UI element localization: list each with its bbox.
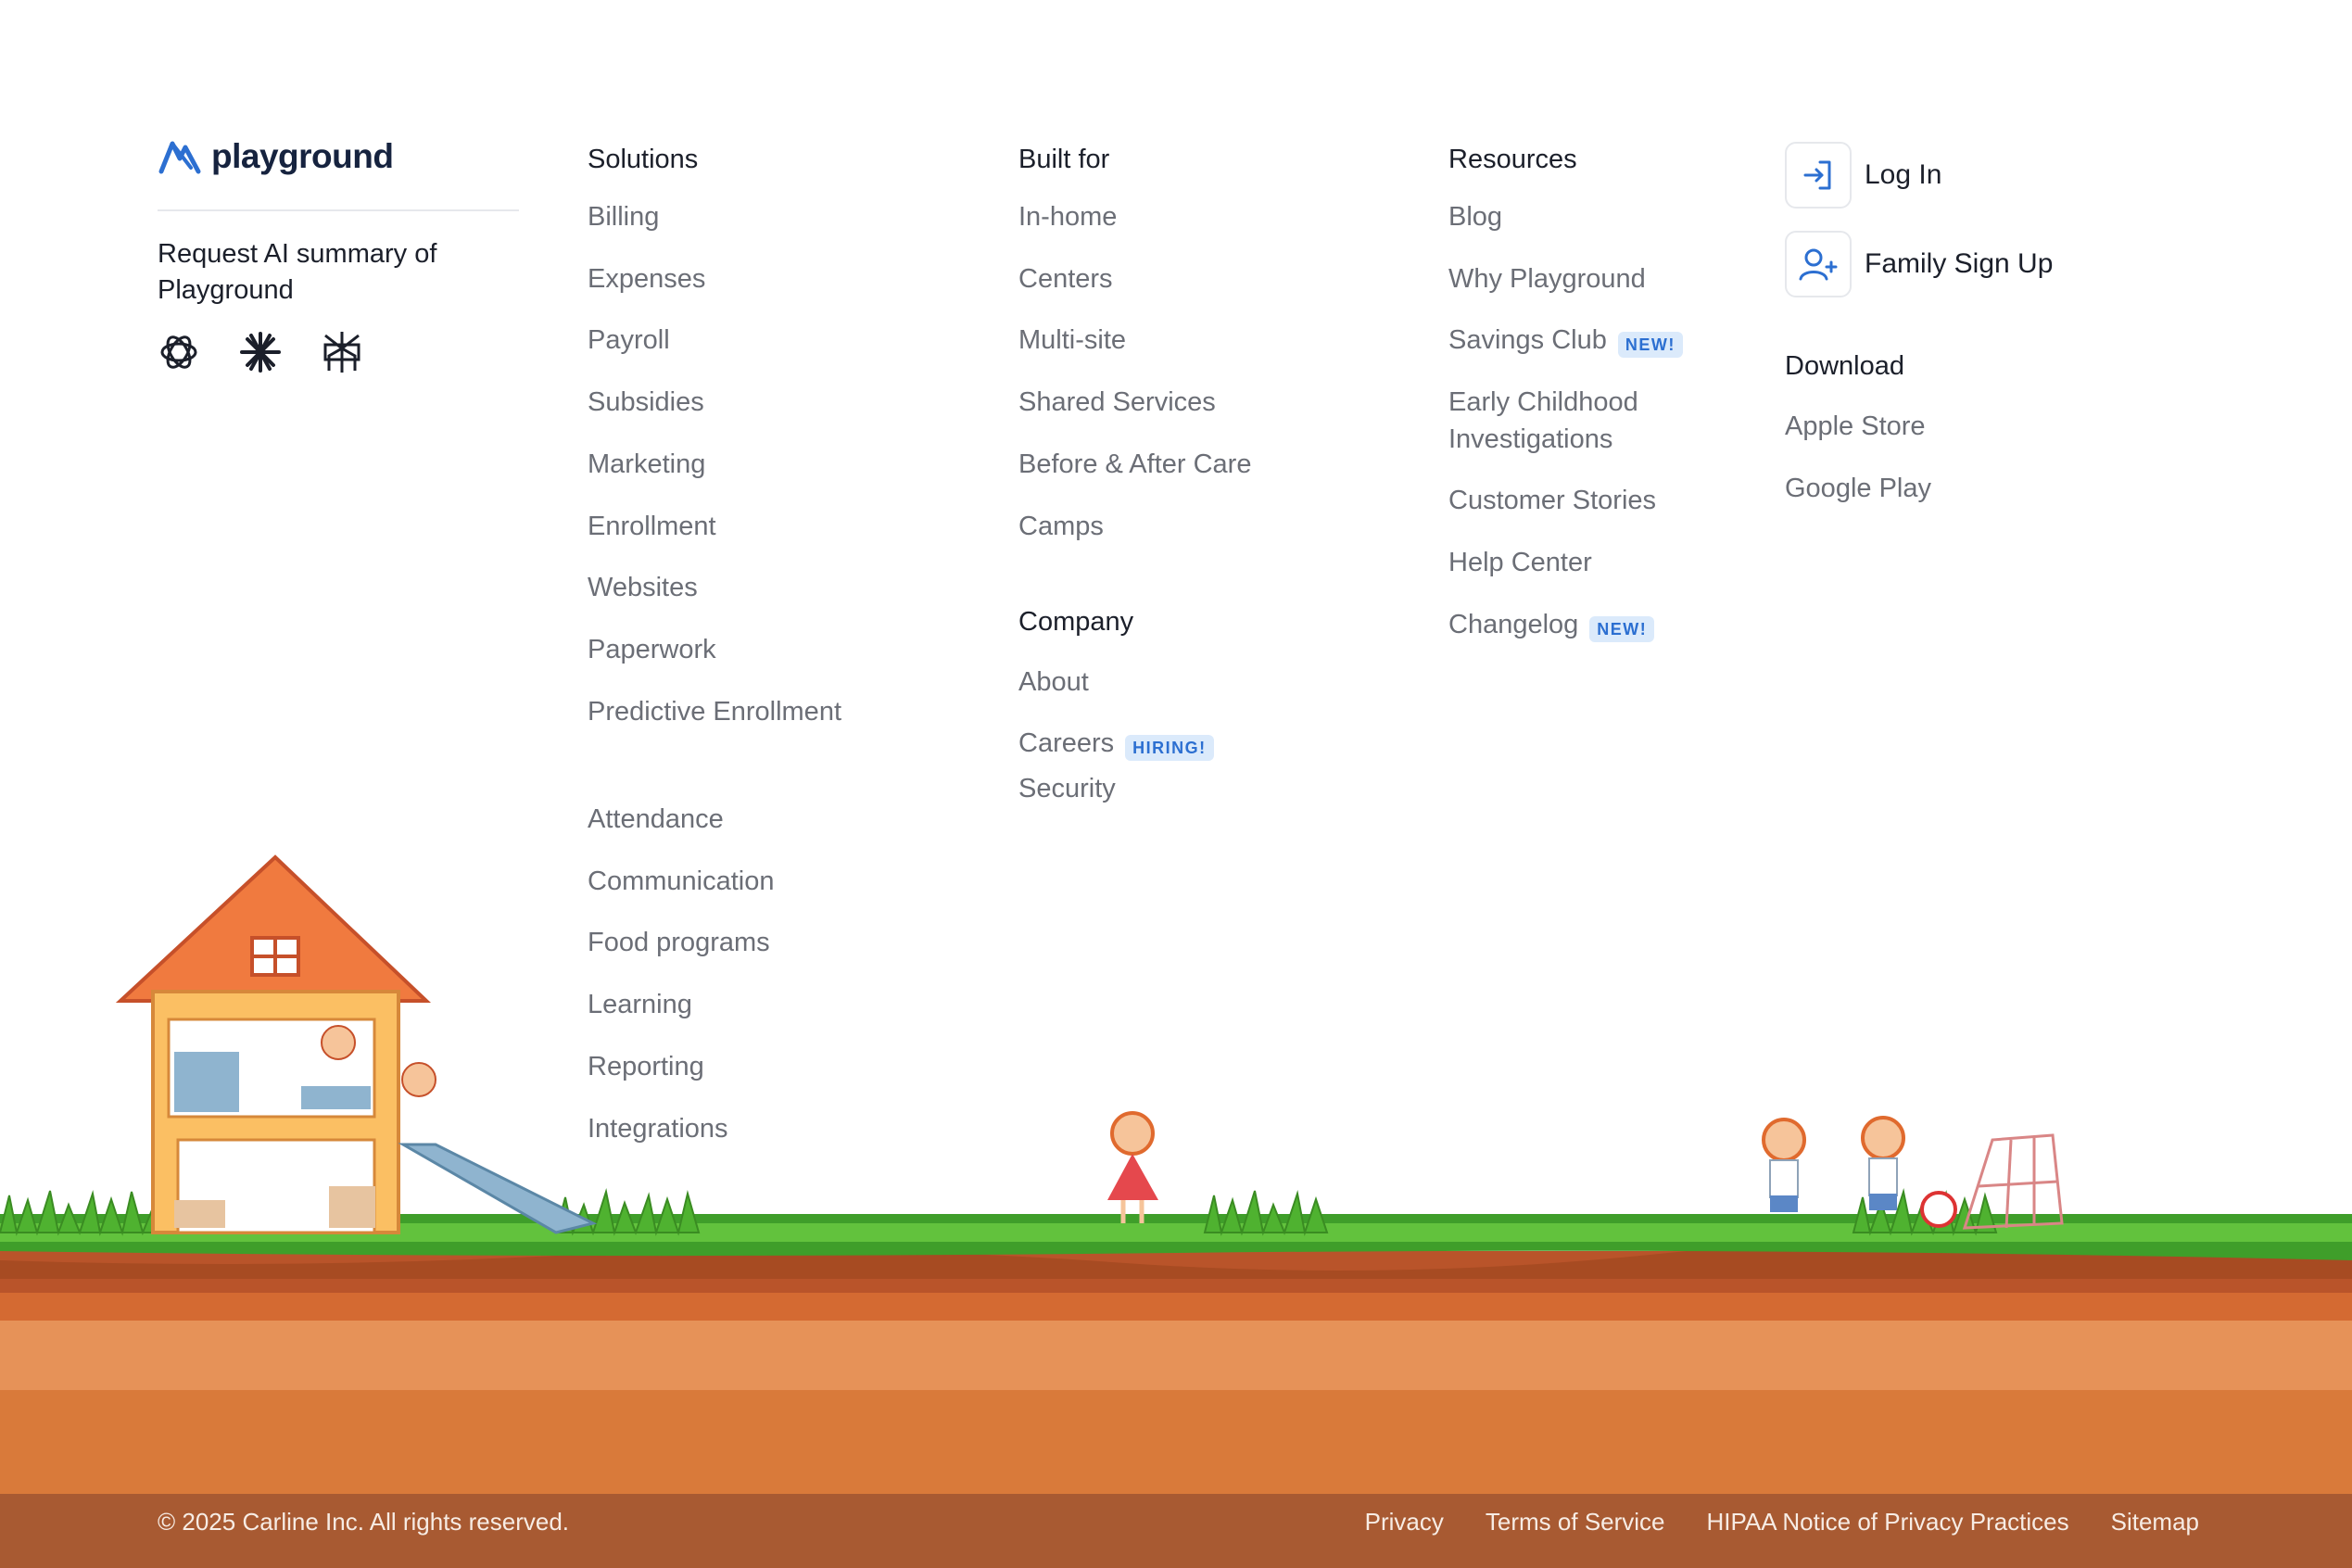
built-for-link-multi-site[interactable]: Multi-site <box>1018 322 1126 359</box>
solutions-link-attendance[interactable]: Attendance <box>588 801 724 838</box>
built-for-column: Built for In-home Centers Multi-site Sha… <box>1018 141 1251 803</box>
solutions-link-expenses[interactable]: Expenses <box>588 260 705 297</box>
built-for-link-camps[interactable]: Camps <box>1018 508 1104 545</box>
built-for-link-before-after-care[interactable]: Before & After Care <box>1018 446 1251 483</box>
playground-logo-icon <box>158 141 201 174</box>
solutions-link-food-programs[interactable]: Food programs <box>588 924 770 961</box>
solutions-link-integrations[interactable]: Integrations <box>588 1110 728 1147</box>
resources-link-early-childhood[interactable]: Early Childhood Investigations <box>1448 384 1638 458</box>
perplexity-icon[interactable] <box>319 329 365 375</box>
solutions-link-billing[interactable]: Billing <box>588 198 659 235</box>
account-column: Log In Family Sign Up Download Apple Sto… <box>1785 142 2053 507</box>
solutions-link-payroll[interactable]: Payroll <box>588 322 670 359</box>
legal-links: Privacy Terms of Service HIPAA Notice of… <box>1365 1506 2199 1537</box>
resources-link-savings-club[interactable]: Savings Club <box>1448 325 1607 355</box>
ai-summary-text: Request AI summary of Playground <box>158 239 437 305</box>
ece-line-2: Investigations <box>1448 424 1613 454</box>
footer-link-terms[interactable]: Terms of Service <box>1486 1506 1665 1537</box>
login-icon <box>1785 142 1852 209</box>
resources-link-blog[interactable]: Blog <box>1448 198 1502 235</box>
new-badge: NEW! <box>1589 615 1655 642</box>
resources-heading: Resources <box>1448 145 1577 174</box>
download-heading: Download <box>1785 351 1904 381</box>
resources-link-help-center[interactable]: Help Center <box>1448 544 1592 581</box>
solutions-link-learning[interactable]: Learning <box>588 986 692 1023</box>
resources-column: Resources Blog Why Playground Savings Cl… <box>1448 141 1683 642</box>
solutions-link-websites[interactable]: Websites <box>588 569 698 606</box>
built-for-heading: Built for <box>1018 145 1110 174</box>
playground-scene-illustration <box>0 854 2352 1494</box>
family-signup-button[interactable]: Family Sign Up <box>1785 231 2053 297</box>
login-button[interactable]: Log In <box>1785 142 2053 209</box>
solutions-link-reporting[interactable]: Reporting <box>588 1048 704 1085</box>
download-link-google-play[interactable]: Google Play <box>1785 470 2053 507</box>
openai-icon[interactable] <box>156 329 202 375</box>
company-heading: Company <box>1018 607 1134 637</box>
resources-changelog-row: Changelog NEW! <box>1448 606 1655 643</box>
company-link-security[interactable]: Security <box>1018 770 1116 807</box>
resources-savings-row: Savings Club NEW! <box>1448 322 1683 359</box>
solutions-link-predictive-enrollment[interactable]: Predictive Enrollment <box>588 693 841 730</box>
resources-link-changelog[interactable]: Changelog <box>1448 610 1578 639</box>
built-for-link-centers[interactable]: Centers <box>1018 260 1113 297</box>
solutions-link-enrollment[interactable]: Enrollment <box>588 508 716 545</box>
ai-summary-icons <box>156 329 365 375</box>
add-user-icon <box>1785 231 1852 297</box>
ece-line-1: Early Childhood <box>1448 387 1638 417</box>
company-link-about[interactable]: About <box>1018 664 1089 701</box>
built-for-link-in-home[interactable]: In-home <box>1018 198 1117 235</box>
divider <box>158 209 519 211</box>
resources-link-customer-stories[interactable]: Customer Stories <box>1448 482 1656 519</box>
footer-link-sitemap[interactable]: Sitemap <box>2111 1506 2199 1537</box>
footer-link-privacy[interactable]: Privacy <box>1365 1506 1444 1537</box>
login-label: Log In <box>1865 159 1942 190</box>
solutions-link-subsidies[interactable]: Subsidies <box>588 384 704 421</box>
claude-icon[interactable] <box>237 329 284 375</box>
built-for-link-shared-services[interactable]: Shared Services <box>1018 384 1216 421</box>
new-badge: NEW! <box>1617 331 1683 358</box>
brand-name: playground <box>211 137 394 175</box>
download-link-apple-store[interactable]: Apple Store <box>1785 408 2053 445</box>
company-link-careers[interactable]: Careers <box>1018 728 1114 758</box>
brand-logo[interactable]: playground <box>158 137 394 176</box>
copyright-text: © 2025 Carline Inc. All rights reserved. <box>158 1508 570 1536</box>
footer-link-hipaa[interactable]: HIPAA Notice of Privacy Practices <box>1707 1506 2069 1537</box>
solutions-column: Solutions Billing Expenses Payroll Subsi… <box>588 141 841 1144</box>
company-careers-row: Careers HIRING! <box>1018 725 1214 762</box>
solutions-link-communication[interactable]: Communication <box>588 863 774 900</box>
resources-link-why-playground[interactable]: Why Playground <box>1448 260 1646 297</box>
hiring-badge: HIRING! <box>1125 734 1214 761</box>
solutions-link-paperwork[interactable]: Paperwork <box>588 631 716 668</box>
solutions-link-marketing[interactable]: Marketing <box>588 446 705 483</box>
family-signup-label: Family Sign Up <box>1865 248 2054 279</box>
solutions-heading: Solutions <box>588 145 699 174</box>
